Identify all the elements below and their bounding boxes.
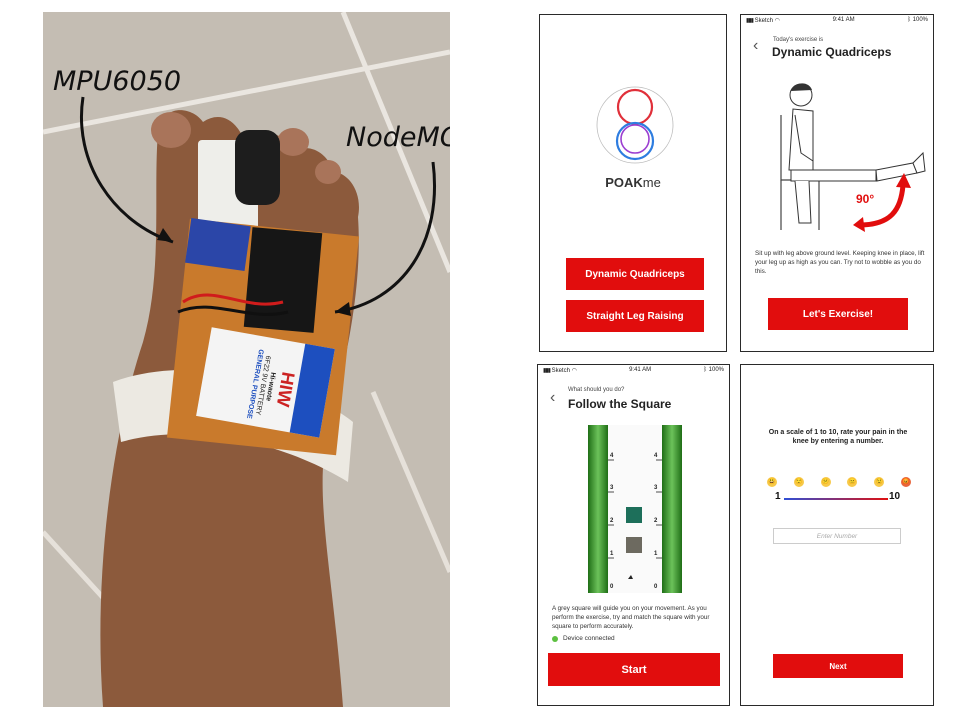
follow-title: Follow the Square [568,397,672,411]
status-battery: ᛒ 100% [907,17,928,23]
very-happy-face-icon: 😃 [767,477,777,487]
lets-exercise-button[interactable]: Let's Exercise! [768,298,908,330]
brand-bold: POAK [605,175,643,190]
status-carrier: ▮▮▮ Sketch ◠ [543,367,577,374]
exercise-caption: Today's exercise is [773,37,824,43]
wifi-icon: ◠ [571,367,577,374]
relieved-face-icon: 😌 [793,477,804,487]
status-bar: ▮▮▮ Sketch ◠ 9:41 AM ᛒ 100% [741,15,933,25]
confused-face-icon: 😕 [820,477,831,487]
start-screen: POAKme Dynamic Quadriceps Straight Leg R… [539,14,727,352]
pain-scale-line [784,498,888,500]
brand-name: POAKme [540,175,726,190]
neutral-face-icon: 😐 [847,477,858,487]
status-time: 9:41 AM [832,17,855,23]
worried-face-icon: 😟 [874,477,885,487]
wifi-icon: ◠ [774,17,780,24]
next-button[interactable]: Next [773,654,903,678]
pain-question: On a scale of 1 to 10, rate your pain in… [768,429,908,446]
user-square [626,507,642,523]
exercise-title: Dynamic Quadriceps [772,45,892,59]
scale-max: 10 [889,491,901,502]
exercise-screen: ▮▮▮ Sketch ◠ 9:41 AM ᛒ 100% ‹ Today's ex… [740,14,934,352]
straight-leg-raising-button[interactable]: Straight Leg Raising [566,300,704,332]
status-time: 9:41 AM [629,367,652,373]
follow-square-screen: ▮▮▮ Sketch ◠ 9:41 AM ᛒ 100% ‹ What shoul… [537,364,730,706]
status-bar: ▮▮▮ Sketch ◠ 9:41 AM ᛒ 100% [538,365,729,375]
bluetooth-icon: ᛒ [703,367,707,373]
angle-label: 90° [856,192,874,206]
brand-light: me [642,175,661,190]
battery-label: HIW Hi-waote 6F22 9V BATTERY GENERAL PUR… [220,340,303,431]
follow-description: A grey square will guide you on your mov… [552,605,710,630]
back-chevron-icon[interactable]: ‹ [753,37,758,55]
mpu6050-label: MPU6050 [53,66,182,97]
emoji-scale: 😃 😌 😕 😐 😟 😡 [767,477,911,487]
back-chevron-icon[interactable]: ‹ [550,389,555,407]
scale-min: 1 [775,491,781,502]
pain-rating-screen: On a scale of 1 to 10, rate your pain in… [740,364,934,706]
angry-face-icon: 😡 [900,477,911,487]
guide-square [626,537,642,553]
connection-text: Device connected [563,635,615,642]
status-carrier: ▮▮▮ Sketch ◠ [746,17,780,24]
connection-status: Device connected [552,635,615,642]
follow-caption: What should you do? [568,387,625,393]
dynamic-quadriceps-button[interactable]: Dynamic Quadriceps [566,258,704,290]
start-button[interactable]: Start [548,653,720,686]
pain-number-input[interactable] [773,528,901,544]
status-battery: ᛒ 100% [703,367,724,373]
poakme-logo-icon [596,86,674,164]
movement-track: 4 3 2 1 0 4 3 2 1 0 [588,425,682,593]
exercise-figure-illustration: 90° [780,83,926,232]
device-photo: MPU6050 NodeMCU HIW Hi-waote 6F22 9V BAT… [43,12,450,707]
bluetooth-icon: ᛒ [907,17,911,23]
exercise-description: Sit up with leg above ground level. Keep… [755,250,925,275]
nodemcu-label: NodeMCU [346,122,450,153]
connected-dot-icon [552,635,558,642]
